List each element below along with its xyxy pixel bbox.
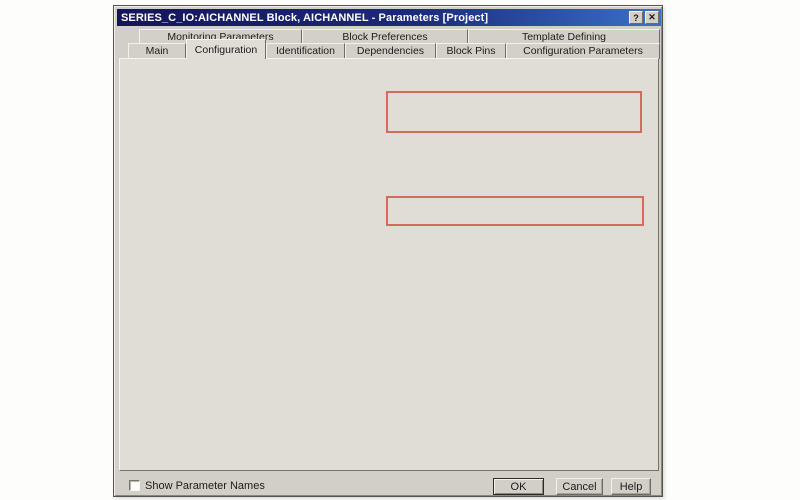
annotation-pv-high-low-highlight bbox=[386, 91, 642, 133]
show-parameter-names-label: Show Parameter Names bbox=[145, 480, 265, 492]
tab-configuration-parameters[interactable]: Configuration Parameters bbox=[506, 43, 660, 59]
help-button[interactable]: ? bbox=[629, 11, 643, 24]
annotation-low-cutoff-highlight bbox=[386, 196, 644, 226]
tab-label: Dependencies bbox=[357, 45, 424, 57]
cancel-button-label: Cancel bbox=[562, 481, 596, 493]
screenshot-background: SERIES_C_IO:AICHANNEL Block, AICHANNEL -… bbox=[0, 0, 800, 500]
tab-configuration[interactable]: Configuration bbox=[186, 39, 266, 59]
parameters-dialog: SERIES_C_IO:AICHANNEL Block, AICHANNEL -… bbox=[113, 5, 663, 497]
ok-button[interactable]: OK bbox=[493, 478, 544, 495]
tab-label: Configuration bbox=[195, 44, 257, 56]
tab-block-preferences[interactable]: Block Preferences bbox=[302, 29, 468, 44]
title-bar[interactable]: SERIES_C_IO:AICHANNEL Block, AICHANNEL -… bbox=[117, 9, 661, 26]
tab-block-pins[interactable]: Block Pins bbox=[436, 43, 506, 59]
show-parameter-names-checkbox[interactable] bbox=[129, 480, 140, 491]
ok-button-label: OK bbox=[511, 481, 527, 493]
close-button[interactable]: ✕ bbox=[645, 11, 659, 24]
tab-label: Template Defining bbox=[522, 31, 606, 43]
tab-label: Block Pins bbox=[446, 45, 495, 57]
tab-label: Main bbox=[146, 45, 169, 57]
tab-main[interactable]: Main bbox=[128, 43, 186, 59]
help-icon: ? bbox=[633, 13, 639, 23]
close-icon: ✕ bbox=[648, 12, 656, 23]
cancel-button[interactable]: Cancel bbox=[556, 478, 603, 495]
help-button-label: Help bbox=[620, 481, 643, 493]
tab-identification[interactable]: Identification bbox=[266, 43, 345, 59]
tab-template-defining[interactable]: Template Defining bbox=[468, 29, 660, 44]
tab-label: Identification bbox=[276, 45, 335, 57]
tab-dependencies[interactable]: Dependencies bbox=[345, 43, 436, 59]
tab-label: Configuration Parameters bbox=[523, 45, 643, 57]
tab-label: Block Preferences bbox=[342, 31, 427, 43]
window-title: SERIES_C_IO:AICHANNEL Block, AICHANNEL -… bbox=[121, 12, 627, 24]
help-button-footer[interactable]: Help bbox=[611, 478, 651, 495]
